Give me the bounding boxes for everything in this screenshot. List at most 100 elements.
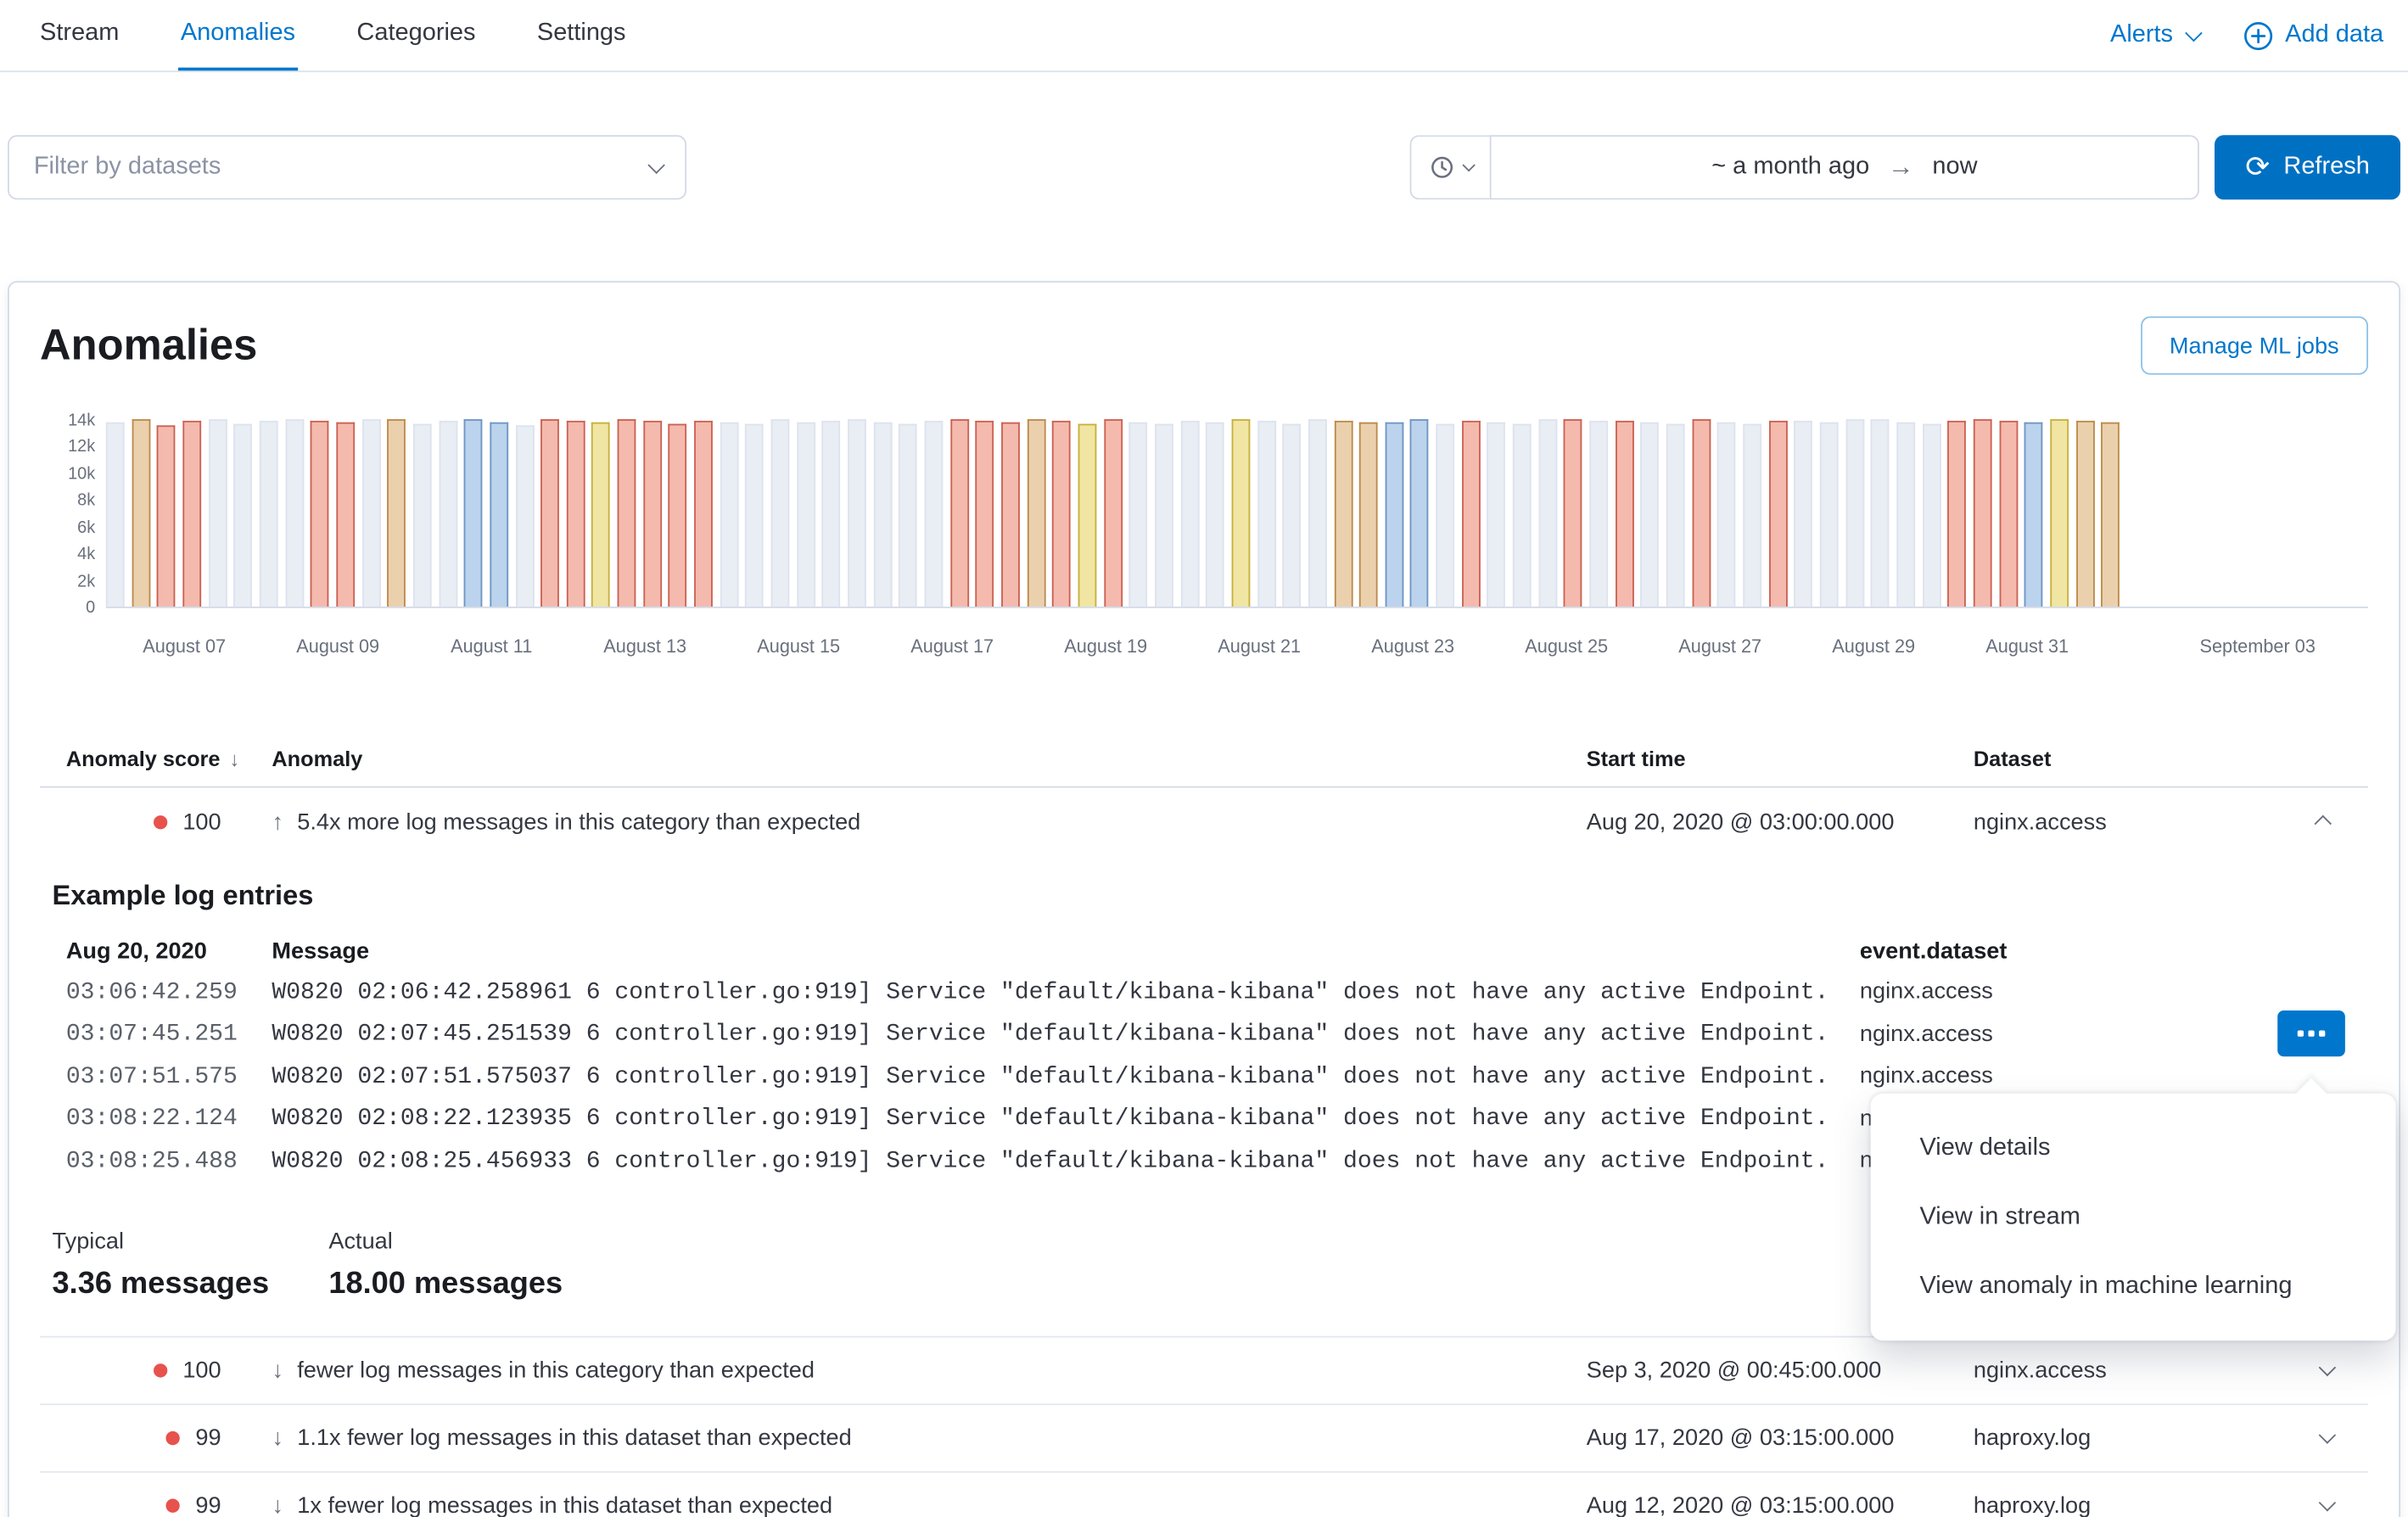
add-data-link[interactable]: Add data bbox=[2243, 20, 2383, 49]
expand-row-button[interactable] bbox=[2279, 1431, 2372, 1443]
start-time-cell: Aug 17, 2020 @ 03:15:00.000 bbox=[1560, 1425, 1947, 1451]
log-entry-row[interactable]: 03:07:45.251 W0820 02:07:45.251539 6 con… bbox=[40, 1013, 2368, 1055]
anomaly-histogram-xlabels: August 07August 09August 11August 13Augu… bbox=[106, 635, 2368, 666]
histogram-bar bbox=[1334, 421, 1352, 607]
histogram-bar bbox=[873, 422, 892, 607]
log-date-header: Aug 20, 2020 bbox=[40, 938, 246, 964]
table-row[interactable]: 100 ↓ fewer log messages in this categor… bbox=[40, 1337, 2368, 1405]
chevron-down-icon bbox=[1463, 159, 1476, 171]
histogram-bar bbox=[260, 422, 278, 607]
x-axis-tick-label: August 29 bbox=[1832, 635, 1915, 657]
column-header-dataset[interactable]: Dataset bbox=[1947, 746, 2279, 770]
histogram-bar bbox=[1487, 422, 1506, 607]
log-message: W0820 02:08:22.123935 6 controller.go:91… bbox=[246, 1105, 1834, 1133]
date-range-field[interactable]: ~ a month ago → now bbox=[1490, 135, 2199, 199]
histogram-bar bbox=[1692, 420, 1711, 607]
tab-settings[interactable]: Settings bbox=[534, 0, 629, 70]
plus-circle-icon bbox=[2243, 20, 2272, 49]
histogram-bar bbox=[1589, 422, 1608, 607]
menu-item-view-in-stream[interactable]: View in stream bbox=[1871, 1183, 2396, 1251]
log-entry-row[interactable]: 03:06:42.259 W0820 02:06:42.258961 6 con… bbox=[40, 971, 2368, 1013]
logs-anomalies-page: Stream Anomalies Categories Settings Ale… bbox=[0, 0, 2408, 1517]
table-row[interactable]: 99 ↓ 1.1x fewer log messages in this dat… bbox=[40, 1404, 2368, 1472]
alerts-label: Alerts bbox=[2110, 21, 2173, 49]
column-header-anomaly[interactable]: Anomaly bbox=[246, 746, 1560, 770]
anomaly-score: 99 bbox=[195, 1492, 221, 1517]
histogram-bar bbox=[1641, 423, 1660, 607]
y-axis-tick-label: 2k bbox=[77, 572, 95, 591]
menu-item-view-details[interactable]: View details bbox=[1871, 1113, 2396, 1182]
tab-anomalies[interactable]: Anomalies bbox=[177, 0, 298, 70]
anomaly-score: 100 bbox=[182, 809, 221, 835]
typical-label: Typical bbox=[53, 1228, 329, 1254]
date-quick-select-button[interactable] bbox=[1410, 135, 1490, 199]
top-nav: Stream Anomalies Categories Settings Ale… bbox=[0, 0, 2408, 72]
anomaly-description-cell: ↑ 5.4x more log messages in this categor… bbox=[246, 809, 1560, 835]
histogram-bar bbox=[464, 420, 483, 607]
expand-row-button[interactable] bbox=[2279, 1499, 2372, 1511]
anomaly-description: 5.4x more log messages in this category … bbox=[297, 809, 860, 835]
column-header-anomaly-score[interactable]: Anomaly score↓ bbox=[40, 746, 246, 770]
column-header-start-time[interactable]: Start time bbox=[1560, 746, 1947, 770]
table-row[interactable]: 99 ↓ 1x fewer log messages in this datas… bbox=[40, 1472, 2368, 1517]
log-message-header: Message bbox=[246, 938, 1834, 964]
histogram-bar bbox=[1129, 422, 1148, 607]
arrow-right-icon: → bbox=[1888, 152, 1914, 182]
anomaly-score-cell: 99 bbox=[40, 1425, 246, 1451]
histogram-bar bbox=[1462, 421, 1481, 607]
dataset-filter-combobox[interactable] bbox=[8, 135, 686, 199]
page-title: Anomalies bbox=[40, 321, 257, 370]
start-time-cell: Aug 12, 2020 @ 03:15:00.000 bbox=[1560, 1492, 1947, 1517]
menu-item-view-anomaly-in-ml[interactable]: View anomaly in machine learning bbox=[1871, 1251, 2396, 1320]
anomaly-histogram-ylabels: 14k12k10k8k6k4k2k0 bbox=[40, 421, 95, 608]
histogram-bar bbox=[234, 424, 253, 607]
y-axis-tick-label: 10k bbox=[68, 465, 95, 484]
histogram-bar bbox=[2024, 423, 2043, 607]
x-axis-tick-label: September 03 bbox=[2199, 635, 2315, 657]
filter-toolbar: ~ a month ago → now ⟳ Refresh bbox=[0, 135, 2408, 199]
expand-row-button[interactable] bbox=[2279, 1363, 2372, 1375]
histogram-bar bbox=[388, 419, 406, 607]
log-entry-row[interactable]: 03:07:51.575 W0820 02:07:51.575037 6 con… bbox=[40, 1055, 2368, 1097]
histogram-bar bbox=[157, 424, 176, 606]
refresh-label: Refresh bbox=[2283, 154, 2369, 182]
y-axis-tick-label: 12k bbox=[68, 439, 95, 457]
anomaly-histogram: 14k12k10k8k6k4k2k0 August 07August 09Aug… bbox=[40, 421, 2368, 675]
histogram-bar bbox=[1666, 424, 1685, 607]
dataset-filter-input[interactable] bbox=[34, 154, 648, 182]
x-axis-tick-label: August 09 bbox=[296, 635, 379, 657]
histogram-bar bbox=[1385, 423, 1403, 607]
collapse-row-button[interactable] bbox=[2279, 815, 2372, 827]
date-picker-group: ~ a month ago → now ⟳ Refresh bbox=[1410, 135, 2400, 199]
histogram-bar bbox=[285, 419, 304, 607]
histogram-bar bbox=[132, 420, 150, 607]
log-message: W0820 02:07:51.575037 6 controller.go:91… bbox=[246, 1062, 1834, 1090]
histogram-bar bbox=[1359, 422, 1378, 607]
example-log-entries-title: Example log entries bbox=[53, 880, 2368, 912]
anomaly-description: 1x fewer log messages in this dataset th… bbox=[297, 1492, 832, 1517]
date-range-end[interactable]: now bbox=[1932, 154, 1977, 182]
date-range-start[interactable]: ~ a month ago bbox=[1711, 154, 1869, 182]
tab-stream[interactable]: Stream bbox=[36, 0, 122, 70]
anomaly-description: fewer log messages in this category than… bbox=[297, 1357, 815, 1383]
histogram-bar bbox=[1513, 423, 1532, 607]
x-axis-tick-label: August 15 bbox=[757, 635, 840, 657]
y-axis-tick-label: 8k bbox=[77, 492, 95, 511]
tab-categories[interactable]: Categories bbox=[354, 0, 479, 70]
manage-ml-jobs-button[interactable]: Manage ML jobs bbox=[2141, 316, 2369, 375]
refresh-button[interactable]: ⟳ Refresh bbox=[2215, 135, 2400, 199]
table-row[interactable]: 100 ↑ 5.4x more log messages in this cat… bbox=[40, 788, 2368, 856]
log-entry-actions-button[interactable] bbox=[2277, 1010, 2345, 1056]
histogram-bar bbox=[515, 424, 534, 606]
log-dataset-header: event.dataset bbox=[1834, 938, 2372, 964]
histogram-bar bbox=[540, 419, 559, 607]
log-message: W0820 02:08:25.456933 6 controller.go:91… bbox=[246, 1147, 1834, 1175]
dataset-cell: nginx.access bbox=[1947, 1357, 2279, 1383]
histogram-bar bbox=[1795, 422, 1813, 607]
anomaly-histogram-plot[interactable] bbox=[106, 421, 2368, 608]
alerts-menu-button[interactable]: Alerts bbox=[2110, 21, 2198, 49]
histogram-bar bbox=[822, 421, 841, 607]
nav-actions: Alerts Add data bbox=[2110, 0, 2383, 70]
histogram-bar bbox=[1845, 419, 1864, 607]
sort-desc-icon: ↓ bbox=[229, 747, 239, 770]
